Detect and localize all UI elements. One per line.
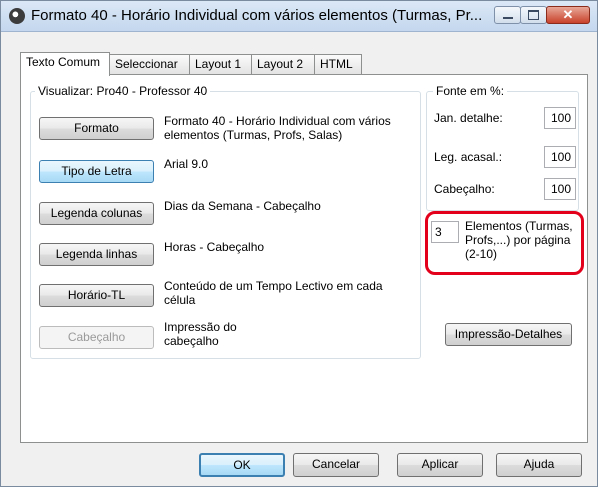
fonte-legend: Fonte em %: xyxy=(433,84,508,98)
cabecalho-button[interactable]: Cabeçalho xyxy=(39,326,154,349)
tab-seleccionar[interactable]: Seleccionar xyxy=(109,54,190,74)
tipo-de-letra-desc: Arial 9.0 xyxy=(164,157,209,171)
tab-html[interactable]: HTML xyxy=(314,54,362,74)
window-title: Formato 40 - Horário Individual com vári… xyxy=(31,7,483,24)
legenda-colunas-desc: Dias da Semana - Cabeçalho xyxy=(164,199,321,213)
help-button[interactable]: Ajuda xyxy=(496,453,582,477)
horario-tl-desc: Conteúdo de um Tempo Lectivo em cada cél… xyxy=(164,279,383,307)
apply-button[interactable]: Aplicar xyxy=(397,453,483,477)
close-button[interactable]: ✕ xyxy=(546,6,590,24)
formato-desc: Formato 40 - Horário Individual com vári… xyxy=(164,114,391,142)
legenda-colunas-button[interactable]: Legenda colunas xyxy=(39,202,154,225)
minimize-button[interactable] xyxy=(494,6,521,24)
jan-detalhe-input[interactable]: 100 xyxy=(544,107,576,129)
visualizar-group: Visualizar: Pro40 - Professor 40 Formato… xyxy=(30,84,421,359)
jan-detalhe-label: Jan. detalhe: xyxy=(434,111,503,125)
maximize-icon xyxy=(528,10,539,20)
minimize-icon xyxy=(502,17,513,19)
title-bar[interactable]: Formato 40 - Horário Individual com vári… xyxy=(1,1,597,32)
tab-texto-comum[interactable]: Texto Comum xyxy=(20,52,110,76)
legenda-linhas-desc: Horas - Cabeçalho xyxy=(164,240,265,254)
app-globe-icon[interactable] xyxy=(9,8,25,24)
maximize-button[interactable] xyxy=(520,6,547,24)
leg-acasal-input[interactable]: 100 xyxy=(544,146,576,168)
tab-panel-texto-comum: Visualizar: Pro40 - Professor 40 Formato… xyxy=(20,74,588,443)
tipo-de-letra-button[interactable]: Tipo de Letra xyxy=(39,160,154,183)
leg-acasal-label: Leg. acasal.: xyxy=(434,150,503,164)
dialog-window: Formato 40 - Horário Individual com vári… xyxy=(0,0,598,487)
tab-layout-1[interactable]: Layout 1 xyxy=(189,54,252,74)
cabecalho-desc: Impressão do cabeçalho xyxy=(164,320,237,348)
horario-tl-button[interactable]: Horário-TL xyxy=(39,284,154,307)
formato-button[interactable]: Formato xyxy=(39,117,154,140)
red-highlight-outline xyxy=(425,211,584,275)
impressao-detalhes-button[interactable]: Impressão-Detalhes xyxy=(445,323,572,346)
tab-layout-2[interactable]: Layout 2 xyxy=(251,54,315,74)
cabecalho-font-label: Cabeçalho: xyxy=(434,182,495,196)
close-icon: ✕ xyxy=(562,7,574,22)
fonte-group: Fonte em %: Jan. detalhe: 100 Leg. acasa… xyxy=(426,84,579,211)
ok-button[interactable]: OK xyxy=(199,453,285,477)
legenda-linhas-button[interactable]: Legenda linhas xyxy=(39,243,154,266)
visualizar-legend: Visualizar: Pro40 - Professor 40 xyxy=(35,84,211,98)
cabecalho-font-input[interactable]: 100 xyxy=(544,178,576,200)
cancel-button[interactable]: Cancelar xyxy=(293,453,379,477)
